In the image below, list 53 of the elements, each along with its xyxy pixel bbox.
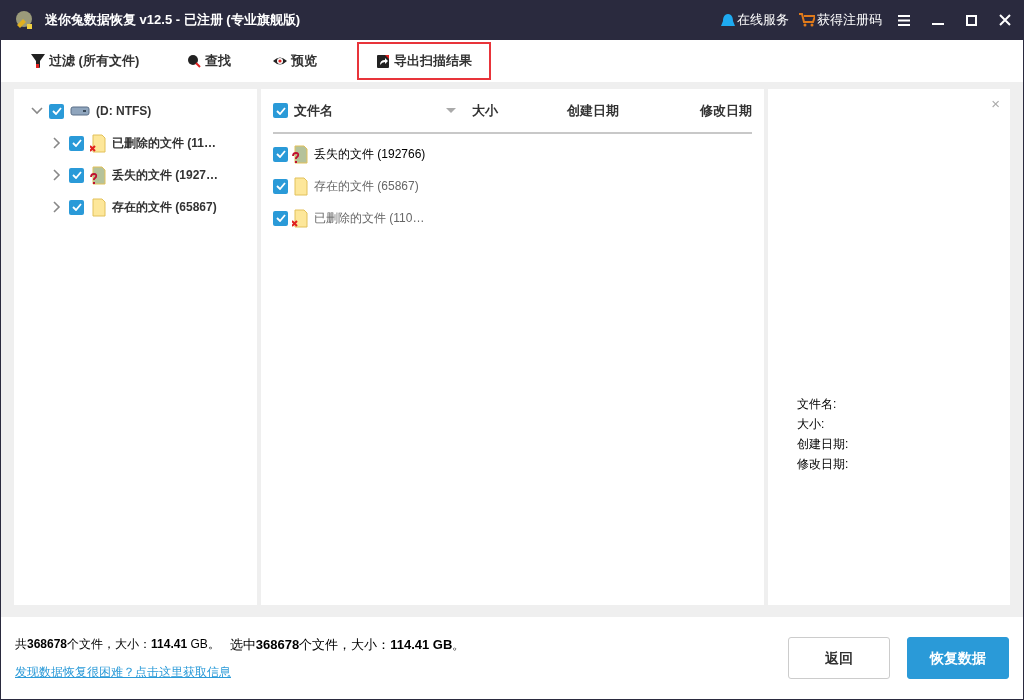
column-header[interactable]: 创建日期	[566, 100, 700, 121]
checkbox[interactable]	[69, 167, 84, 183]
tree-item-label[interactable]: 丢失的文件 (1927…	[112, 166, 219, 184]
search-icon	[187, 54, 202, 68]
toolbar-button[interactable]: 查找	[185, 42, 234, 80]
chevron-right-icon[interactable]	[51, 169, 63, 181]
checkbox[interactable]	[273, 178, 288, 194]
tree-item-label[interactable]: 已删除的文件 (11…	[112, 134, 216, 152]
app-logo-icon	[13, 9, 35, 31]
toolbar-button[interactable]: 预览	[271, 42, 320, 80]
window-title: 迷你兔数据恢复 v12.5 - 已注册 (专业旗舰版)	[45, 11, 300, 30]
toolbar-button[interactable]: 过滤 (所有文件)	[29, 42, 142, 80]
chevron-down-icon[interactable]	[31, 105, 43, 117]
preview-field-label: 修改日期:	[797, 456, 850, 473]
menu-icon[interactable]	[898, 14, 910, 26]
lost-folder-icon	[90, 165, 106, 185]
deleted-folder-icon	[292, 208, 308, 228]
chevron-right-icon[interactable]	[51, 201, 63, 213]
preview-field-label: 大小:	[797, 416, 826, 433]
file-name-cell[interactable]: 丢失的文件 (192766)	[314, 145, 426, 163]
preview-field-label: 文件名:	[797, 396, 838, 413]
header-link[interactable]: 在线服务	[721, 10, 789, 30]
export-icon	[376, 54, 391, 68]
total-summary-text: 共368678个文件，大小：114.41 GB。	[15, 636, 220, 654]
checkbox[interactable]	[273, 210, 288, 226]
checkbox[interactable]	[273, 146, 288, 162]
maximize-icon[interactable]	[966, 14, 977, 26]
close-icon[interactable]	[999, 14, 1011, 26]
tree-item-label[interactable]: 存在的文件 (65867)	[112, 198, 217, 216]
folder-icon	[292, 176, 308, 196]
cart-icon	[799, 13, 815, 27]
file-name-cell[interactable]: 已删除的文件 (110…	[314, 209, 425, 227]
folder-icon	[90, 197, 106, 217]
column-header[interactable]: 文件名	[294, 100, 447, 121]
toolbar-button[interactable]: 导出扫描结果	[357, 42, 492, 80]
column-header[interactable]: 大小	[471, 100, 567, 121]
preview-field-label: 创建日期:	[797, 436, 850, 453]
checkbox[interactable]	[49, 103, 64, 119]
tree-item-label[interactable]: (D: NTFS)	[96, 102, 152, 120]
chevron-right-icon[interactable]	[51, 137, 63, 149]
sort-icon	[446, 108, 457, 113]
deleted-folder-icon	[90, 133, 106, 153]
lost-folder-icon	[292, 144, 308, 164]
column-header[interactable]: 修改日期	[700, 100, 752, 121]
selection-summary-text: 选中368678个文件，大小：114.41 GB。	[229, 636, 466, 655]
drive-icon	[70, 103, 90, 119]
checkbox[interactable]	[273, 103, 288, 118]
file-name-cell[interactable]: 存在的文件 (65867)	[314, 177, 419, 195]
checkbox[interactable]	[69, 199, 84, 215]
header-link[interactable]: 获得注册码	[799, 10, 882, 30]
back-button[interactable]: 返回	[788, 637, 890, 679]
filter-icon	[31, 54, 45, 68]
checkbox[interactable]	[69, 135, 84, 151]
